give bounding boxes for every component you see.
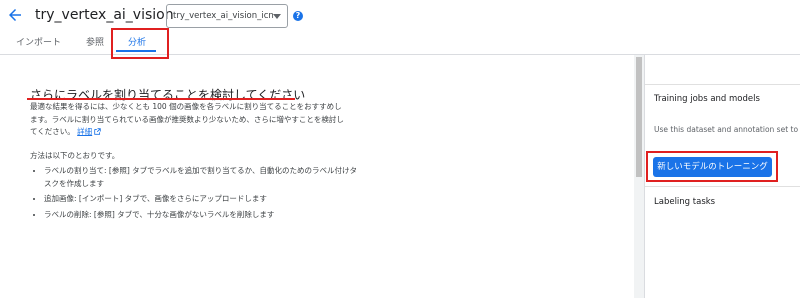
detail-link[interactable]: 詳細: [77, 127, 92, 136]
chevron-down-icon: [273, 14, 281, 19]
dataset-select-value: try_vertex_ai_vision_icn: [173, 11, 274, 21]
tab-import[interactable]: インポート: [16, 35, 61, 48]
heading-highlight-underline: [27, 98, 295, 100]
external-link-icon: [94, 128, 101, 135]
method-list: ラベルの割り当て: [参照] タブでラベルを追加で割り当てるか、自動化のためのラ…: [34, 165, 364, 224]
scrollbar-thumb[interactable]: [636, 57, 642, 177]
recommendation-text: 最適な結果を得るには、少なくとも 100 個の画像を各ラベルに割り当てることをお…: [30, 101, 348, 139]
list-item: ラベルの削除: [参照] タブで、十分な画像がないラベルを削除します: [44, 209, 364, 222]
section-divider: [645, 186, 800, 187]
back-arrow-icon[interactable]: [6, 6, 24, 24]
highlight-box-train-button: [646, 151, 778, 182]
page-title: try_vertex_ai_vision: [35, 7, 174, 23]
training-section-title: Training jobs and models: [654, 94, 760, 104]
list-item: 追加画像: [インポート] タブで、画像をさらにアップロードします: [44, 193, 364, 206]
list-item: ラベルの割り当て: [参照] タブでラベルを追加で割り当てるか、自動化のためのラ…: [44, 165, 364, 190]
tab-browse[interactable]: 参照: [86, 35, 104, 48]
labeling-section-title: Labeling tasks: [654, 197, 716, 207]
section-divider: [645, 84, 800, 85]
list-intro: 方法は以下のとおりです。: [30, 151, 120, 160]
dataset-select[interactable]: try_vertex_ai_vision_icn: [166, 4, 288, 28]
panel-divider: [644, 55, 645, 298]
help-icon[interactable]: ?: [293, 11, 303, 21]
training-section-description: Use this dataset and annotation set to t…: [654, 125, 800, 134]
